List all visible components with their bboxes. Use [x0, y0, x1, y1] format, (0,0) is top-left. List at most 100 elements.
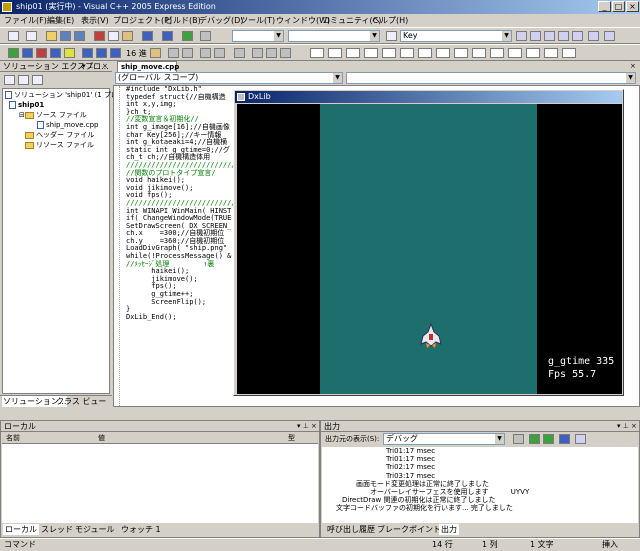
locals-pin-icon[interactable]: ▾ ⊥ [297, 422, 309, 430]
options-icon[interactable] [604, 31, 615, 41]
layout-icon-14[interactable] [544, 48, 558, 58]
breakpoints-icon[interactable] [150, 48, 161, 58]
close-button[interactable]: × [626, 1, 639, 12]
properties-icon[interactable] [544, 31, 555, 41]
properties-icon[interactable] [4, 75, 15, 85]
layout-icon-10[interactable] [472, 48, 486, 58]
save-all-icon[interactable] [74, 31, 85, 41]
tab-watch[interactable]: ウォッチ 1 [121, 524, 161, 535]
class-view-icon[interactable] [588, 31, 599, 41]
restart-icon[interactable] [50, 48, 61, 58]
tab-threads[interactable]: スレッド [41, 524, 73, 535]
show-next-statement-icon[interactable] [64, 48, 75, 58]
find-source-icon[interactable] [513, 434, 524, 444]
undo-icon[interactable] [142, 31, 153, 41]
indent-icon[interactable] [200, 48, 211, 58]
menu-edit[interactable]: 編集(E) [47, 15, 74, 26]
step-out-icon[interactable] [110, 48, 121, 58]
layout-icon-3[interactable] [346, 48, 360, 58]
menu-file[interactable]: ファイル(F) [4, 15, 47, 26]
menu-view[interactable]: 表示(V) [81, 15, 109, 26]
layout-icon-13[interactable] [526, 48, 540, 58]
panel-close-icon[interactable]: × [102, 62, 108, 70]
go-to-prev-icon[interactable] [529, 434, 540, 444]
layout-icon-6[interactable] [400, 48, 414, 58]
menu-debug[interactable]: デバッグ(D) [199, 15, 243, 26]
bookmark-icon[interactable] [234, 48, 245, 58]
clear-bookmarks-icon[interactable] [280, 48, 291, 58]
refresh-icon[interactable] [32, 75, 43, 85]
scope-combo[interactable]: (グローバル スコープ) ▼ [115, 72, 343, 84]
config-combo[interactable]: ▼ [232, 30, 284, 42]
start-debug-icon[interactable] [182, 31, 193, 41]
tree-source-folder[interactable]: ⊟ ソース ファイル [19, 111, 87, 120]
output-pin-icon[interactable]: ▾ ⊥ [617, 422, 629, 430]
tab-locals[interactable]: ローカル [3, 524, 39, 535]
open-icon[interactable] [46, 31, 57, 41]
find-combo[interactable]: Key ▼ [400, 30, 512, 42]
next-bookmark-icon[interactable] [266, 48, 277, 58]
menu-project[interactable]: プロジェクト(P) [113, 15, 172, 26]
toolbox-icon[interactable] [558, 31, 569, 41]
tree-project[interactable]: ship01 [9, 101, 44, 110]
menu-tools[interactable]: ツール(T) [240, 15, 275, 26]
prev-bookmark-icon[interactable] [252, 48, 263, 58]
layout-icon-1[interactable] [310, 48, 324, 58]
layout-icon-7[interactable] [418, 48, 432, 58]
clear-all-icon[interactable] [559, 434, 570, 444]
column-type[interactable]: 型 [288, 433, 295, 443]
show-all-files-icon[interactable] [18, 75, 29, 85]
find-in-files-icon[interactable] [516, 31, 527, 41]
locals-close-icon[interactable]: × [311, 422, 317, 430]
word-wrap-icon[interactable] [575, 434, 586, 444]
tab-output[interactable]: 出力 [439, 524, 459, 535]
layout-icon-4[interactable] [364, 48, 378, 58]
stop-icon[interactable] [36, 48, 47, 58]
tab-call-stack[interactable]: 呼び出し履歴 [327, 524, 375, 535]
solution-explorer-icon[interactable] [530, 31, 541, 41]
column-name[interactable]: 名前 [6, 433, 20, 443]
start-page-icon[interactable] [572, 31, 583, 41]
add-item-icon[interactable] [26, 31, 37, 41]
tab-modules[interactable]: モジュール [75, 524, 114, 535]
find-icon[interactable] [386, 31, 397, 41]
step-into-icon[interactable] [82, 48, 93, 58]
copy-icon[interactable] [108, 31, 119, 41]
editor-close-icon[interactable]: × [630, 62, 636, 70]
layout-icon-15[interactable] [562, 48, 576, 58]
go-to-next-icon[interactable] [543, 434, 554, 444]
tree-resource-folder[interactable]: リソース ファイル [25, 141, 94, 150]
layout-icon-5[interactable] [382, 48, 396, 58]
minimize-button[interactable]: _ [598, 1, 611, 12]
uncomment-icon[interactable] [182, 48, 193, 58]
solution-config-icon[interactable] [200, 31, 211, 41]
outdent-icon[interactable] [214, 48, 225, 58]
tree-header-folder[interactable]: ヘッダー ファイル [25, 131, 94, 140]
paste-icon[interactable] [122, 31, 133, 41]
output-close-icon[interactable]: × [631, 422, 637, 430]
layout-icon-9[interactable] [454, 48, 468, 58]
platform-combo[interactable]: ▼ [288, 30, 380, 42]
layout-icon-12[interactable] [508, 48, 522, 58]
layout-icon-8[interactable] [436, 48, 450, 58]
continue-icon[interactable] [8, 48, 19, 58]
new-project-icon[interactable] [8, 31, 19, 41]
tree-file[interactable]: ship_move.cpp [37, 121, 98, 130]
menu-help[interactable]: ヘルプ(H) [372, 15, 408, 26]
step-over-icon[interactable] [96, 48, 107, 58]
layout-icon-2[interactable] [328, 48, 342, 58]
save-icon[interactable] [60, 31, 71, 41]
redo-icon[interactable] [162, 31, 173, 41]
menu-build[interactable]: ビルド(B) [165, 15, 201, 26]
break-all-icon[interactable] [22, 48, 33, 58]
layout-icon-11[interactable] [490, 48, 504, 58]
column-value[interactable]: 値 [98, 433, 105, 443]
member-combo[interactable]: ▼ [346, 72, 636, 84]
cut-icon[interactable] [94, 31, 105, 41]
maximize-button[interactable]: □ [612, 1, 625, 12]
pin-icon[interactable]: ▾ ⊥ [82, 62, 94, 70]
comment-icon[interactable] [168, 48, 179, 58]
tab-breakpoints[interactable]: ブレークポイント [377, 524, 441, 535]
output-source-combo[interactable]: デバッグ ▼ [383, 433, 505, 445]
hex-display-toggle[interactable]: 16 進 [126, 48, 147, 59]
